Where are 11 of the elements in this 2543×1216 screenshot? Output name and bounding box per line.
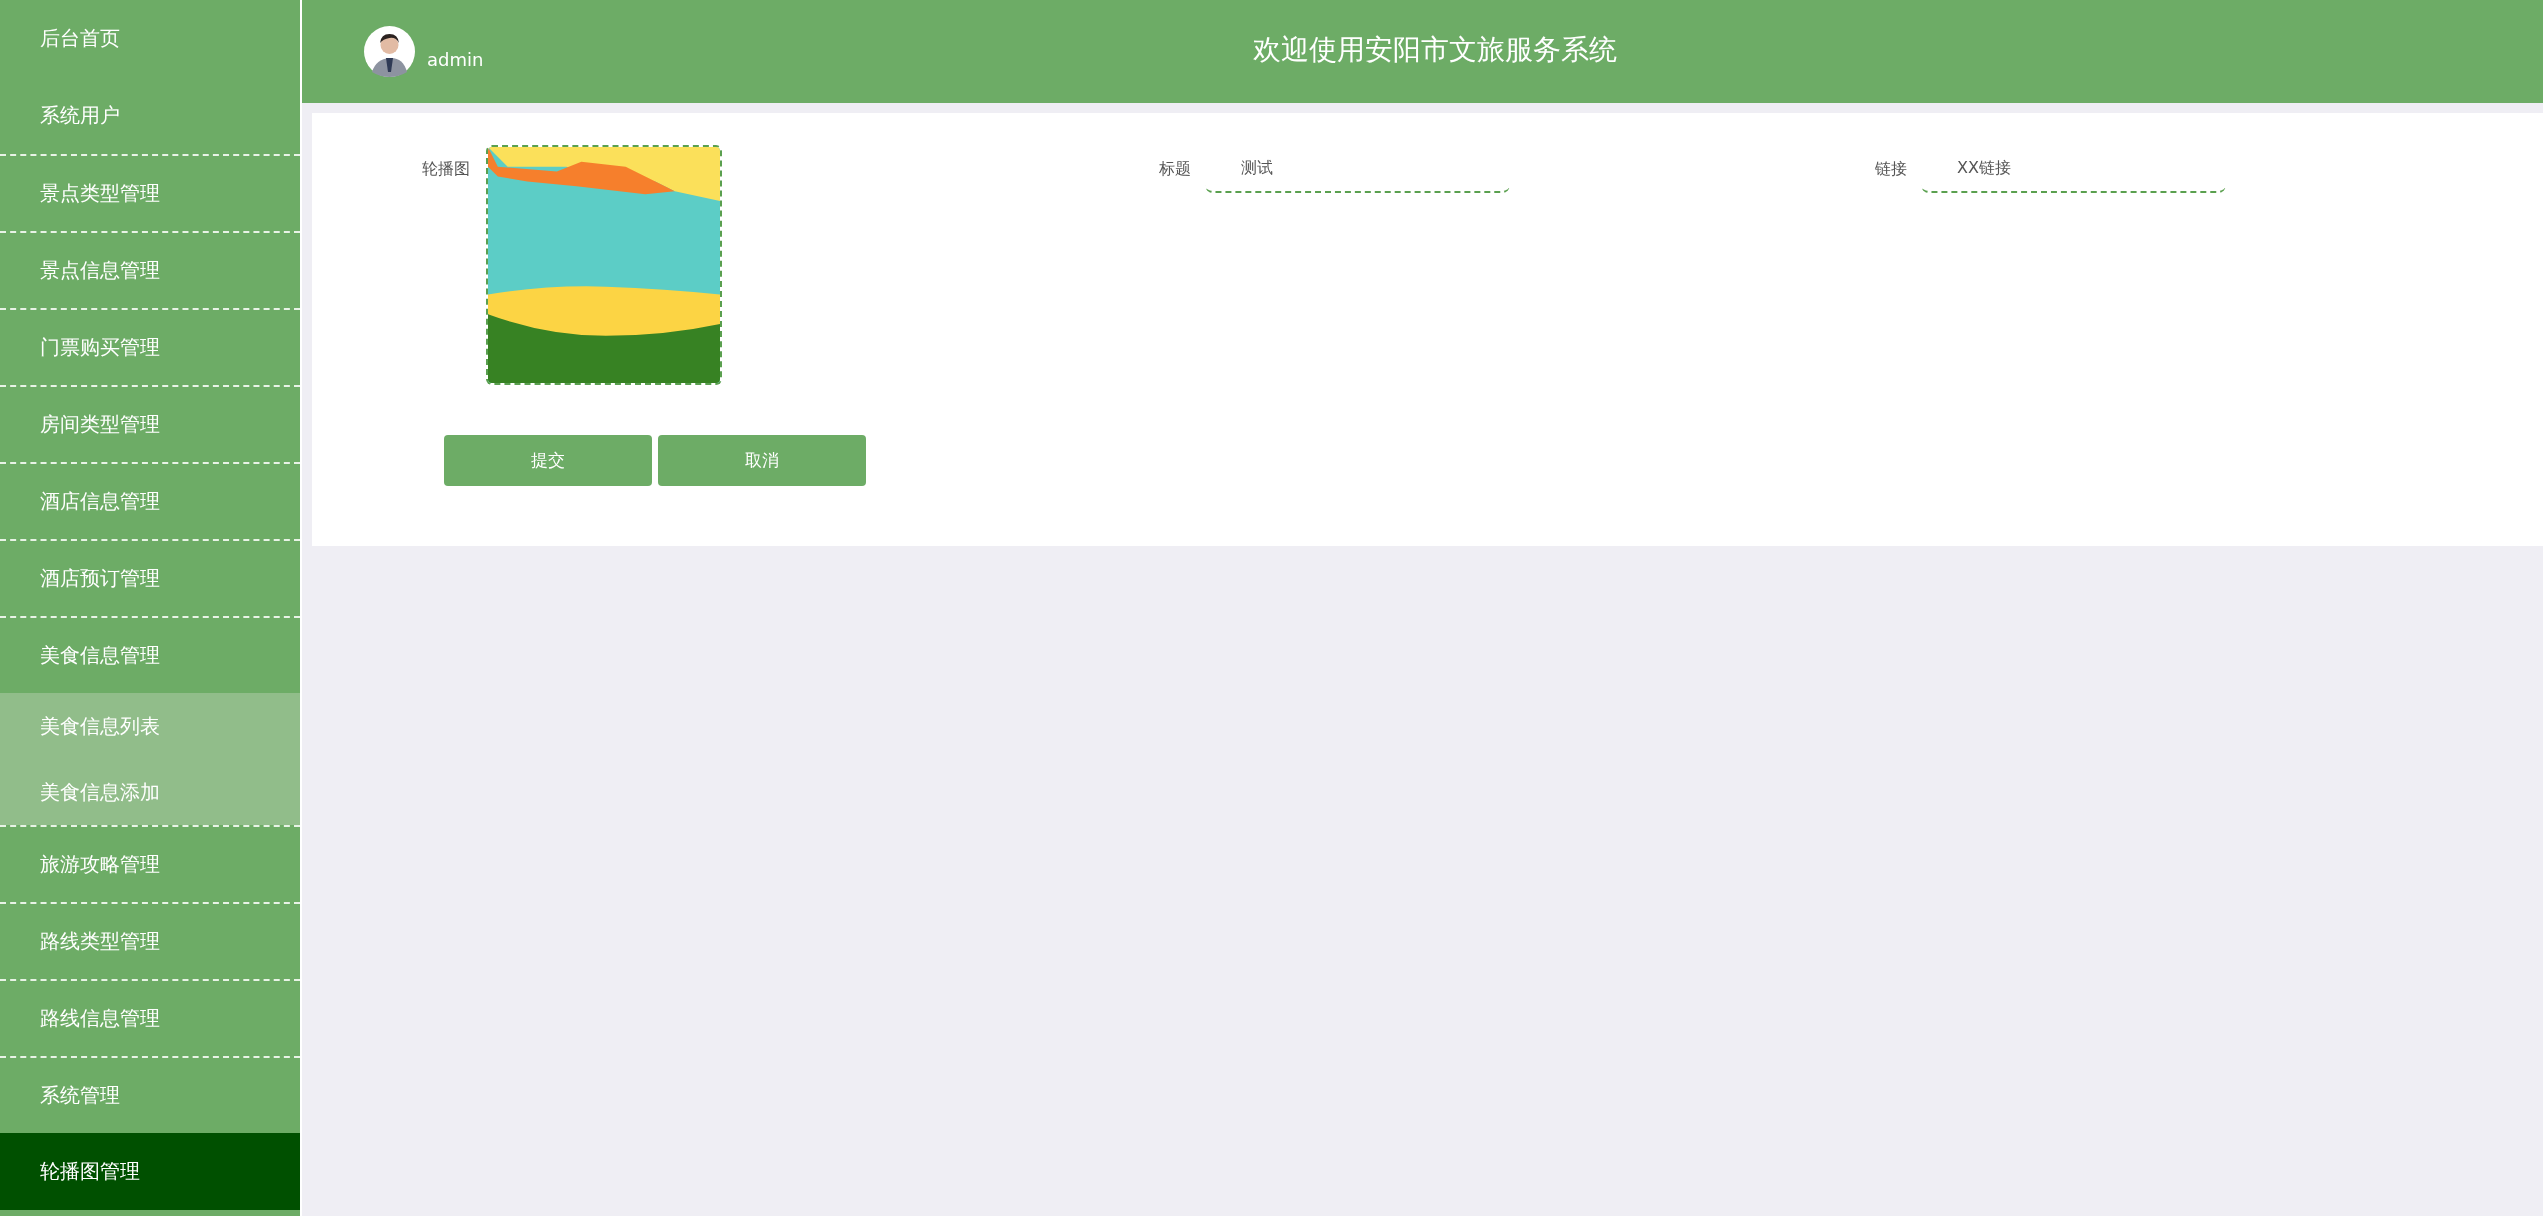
page-title: 欢迎使用安阳市文旅服务系统 [1253, 31, 1618, 68]
field-label: 链接 [1875, 158, 1907, 180]
submenu-item[interactable]: 美食信息添加 [0, 759, 300, 825]
sidebar-item[interactable]: 轮播图管理 [0, 1133, 300, 1210]
field-label: 标题 [1159, 158, 1191, 180]
username: admin [427, 49, 484, 70]
field-label: 轮播图 [421, 158, 470, 180]
submit-button[interactable]: 提交 [444, 435, 652, 486]
cancel-button[interactable]: 取消 [658, 435, 866, 486]
avatar-icon[interactable] [364, 26, 415, 77]
submenu-item[interactable]: 美食信息列表 [0, 693, 300, 759]
